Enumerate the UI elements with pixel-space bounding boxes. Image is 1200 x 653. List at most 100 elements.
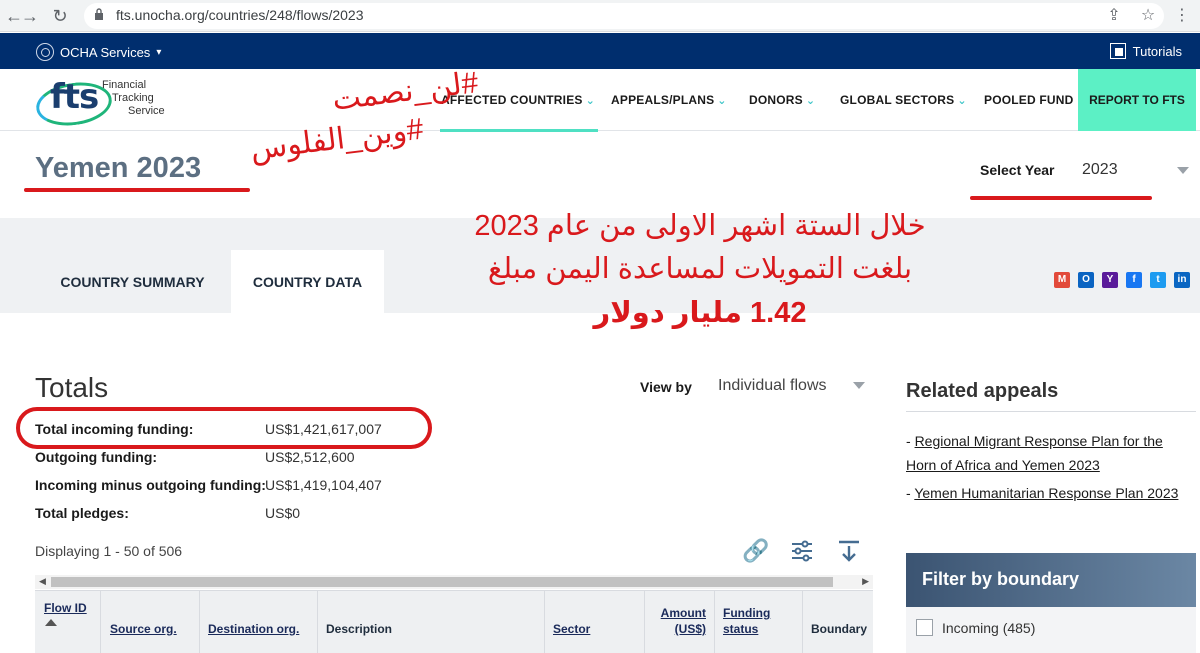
tutorials-link[interactable]: Tutorials [1109,43,1182,59]
nav-appeals-plans[interactable]: APPEALS/PLANS ⌄ [611,93,727,107]
main-navigation: fts Financial Tracking Service AFFECTED … [0,69,1200,132]
incoming-filter-label: Incoming (485) [942,620,1036,636]
logo-line-2: Tracking [112,92,154,104]
nav-donors[interactable]: DONORS ⌄ [749,93,815,107]
select-year-label: Select Year [980,162,1055,178]
reload-icon[interactable]: ↻ [48,4,72,28]
related-appeal-item: - Regional Migrant Response Plan for the… [906,429,1196,477]
ocha-services-menu[interactable]: OCHA Services ▾ [36,43,161,61]
flows-table-header: Flow ID Source org. Destination org. Des… [35,590,873,653]
nav-donors-label: DONORS [749,93,803,107]
table-scrollbar[interactable]: ◀ ▶ [35,575,873,589]
chevron-down-icon: ▾ [156,46,162,58]
tutorials-icon [1109,43,1126,59]
sliders-icon [792,540,812,562]
share-page-icon[interactable]: ⇪ [1104,6,1124,26]
ocha-services-bar: OCHA Services ▾ Tutorials [0,33,1200,69]
logo-line-1: Financial [102,79,147,91]
incoming-minus-outgoing-value: US$1,419,104,407 [265,477,382,493]
source-org-header[interactable]: Source org. [110,622,177,636]
funding-header-line1[interactable]: Funding [723,606,770,620]
logo-line-3: Service [128,105,165,117]
nav-global-sectors[interactable]: GLOBAL SECTORS ⌄ [840,93,967,107]
totals-title: Totals [35,372,109,403]
download-arrow-icon [839,540,859,562]
annotation-underline-year [970,196,1152,200]
un-globe-icon [36,43,54,61]
caret-down-icon[interactable] [853,382,865,389]
outlook-icon[interactable]: O [1078,272,1094,288]
scrollbar-thumb[interactable] [51,577,833,587]
outgoing-value: US$2,512,600 [265,449,355,465]
total-pledges-label: Total pledges: [35,505,129,521]
url-text: fts.unocha.org/countries/248/flows/2023 [116,7,364,23]
appeal1-line2: Horn of Africa and Yemen 2023 [906,457,1100,473]
column-funding-status[interactable]: Funding status [715,591,803,653]
column-description: Description [318,591,545,653]
twitter-icon[interactable]: t [1150,272,1166,288]
logo-mark: fts [50,77,99,117]
filter-settings-icon[interactable] [789,538,815,564]
regional-migrant-plan-link[interactable]: Regional Migrant Response Plan for the Ho… [906,433,1163,473]
sort-ascending-icon[interactable] [45,619,57,626]
tab-country-summary[interactable]: COUNTRY SUMMARY [35,250,230,313]
chevron-down-icon: ⌄ [585,95,596,107]
column-boundary: Boundary [803,591,873,653]
tab-country-data[interactable]: COUNTRY DATA [231,250,384,313]
logo-text: Financial Tracking Service [102,79,165,118]
report-to-fts-button[interactable]: REPORT TO FTS [1078,69,1196,131]
filter-by-boundary-header: Filter by boundary [906,553,1196,607]
appeal1-line1: Regional Migrant Response Plan for the [914,433,1163,449]
nav-appeals-plans-label: APPEALS/PLANS [611,93,715,107]
annotation-line-1: خلال الستة اشهر الاولى من عام 2023 [474,210,926,242]
annotation-underline-title [24,188,250,192]
outgoing-label: Outgoing funding: [35,449,158,465]
flow-id-header[interactable]: Flow ID [44,601,87,615]
yahoo-icon[interactable]: Y [1102,272,1118,288]
download-icon[interactable] [836,538,862,564]
chevron-down-icon: ⌄ [957,95,967,107]
chevron-down-icon: ⌄ [805,95,816,107]
column-amount[interactable]: Amount (US$) [645,591,715,653]
gmail-icon[interactable]: M [1054,272,1070,288]
facebook-icon[interactable]: f [1126,272,1142,288]
displaying-count: Displaying 1 - 50 of 506 [35,543,183,559]
related-appeal-item: - Yemen Humanitarian Response Plan 2023 [906,481,1196,505]
yemen-hrp-link[interactable]: Yemen Humanitarian Response Plan 2023 [914,485,1178,501]
boundary-header: Boundary [811,622,868,636]
caret-down-icon[interactable] [1177,167,1189,174]
filter-incoming-row[interactable]: Incoming (485) [906,607,1196,653]
view-by-select[interactable]: Individual flows [718,377,827,395]
linkedin-icon[interactable]: in [1174,272,1190,288]
scroll-right-icon[interactable]: ▶ [862,576,869,587]
tutorials-label: Tutorials [1132,43,1182,59]
funding-header-line2[interactable]: status [723,622,758,636]
nav-pooled-fund[interactable]: POOLED FUND [984,93,1074,107]
description-header: Description [326,622,393,636]
column-sector[interactable]: Sector [545,591,645,653]
column-flow-id[interactable]: Flow ID [35,591,101,653]
active-nav-underline [440,129,598,132]
annotation-ring-total-incoming [16,407,432,449]
nav-global-sectors-label: GLOBAL SECTORS [840,93,955,107]
menu-kebab-icon[interactable]: ⋮ [1172,6,1192,26]
page-title: Yemen 2023 [35,152,202,184]
list-dash: - [906,433,915,449]
destination-org-header[interactable]: Destination org. [208,622,299,636]
scroll-left-icon[interactable]: ◀ [39,576,46,587]
bookmark-star-icon[interactable]: ☆ [1138,6,1158,26]
incoming-checkbox[interactable] [916,619,933,636]
column-source-org[interactable]: Source org. [101,591,200,653]
lock-icon [95,8,103,20]
amount-header-line1[interactable]: Amount [661,606,706,620]
column-destination-org[interactable]: Destination org. [200,591,318,653]
amount-header-line2[interactable]: (US$) [675,622,706,636]
sector-header[interactable]: Sector [553,622,590,636]
forward-icon[interactable]: → [18,4,42,28]
view-by-label: View by [640,379,692,395]
ocha-services-label: OCHA Services [60,44,151,60]
link-icon[interactable]: 🔗 [742,538,769,564]
year-select[interactable]: 2023 [1082,161,1118,179]
total-pledges-value: US$0 [265,505,301,521]
annotation-line-3: 1.42 مليار دولار [593,297,807,329]
